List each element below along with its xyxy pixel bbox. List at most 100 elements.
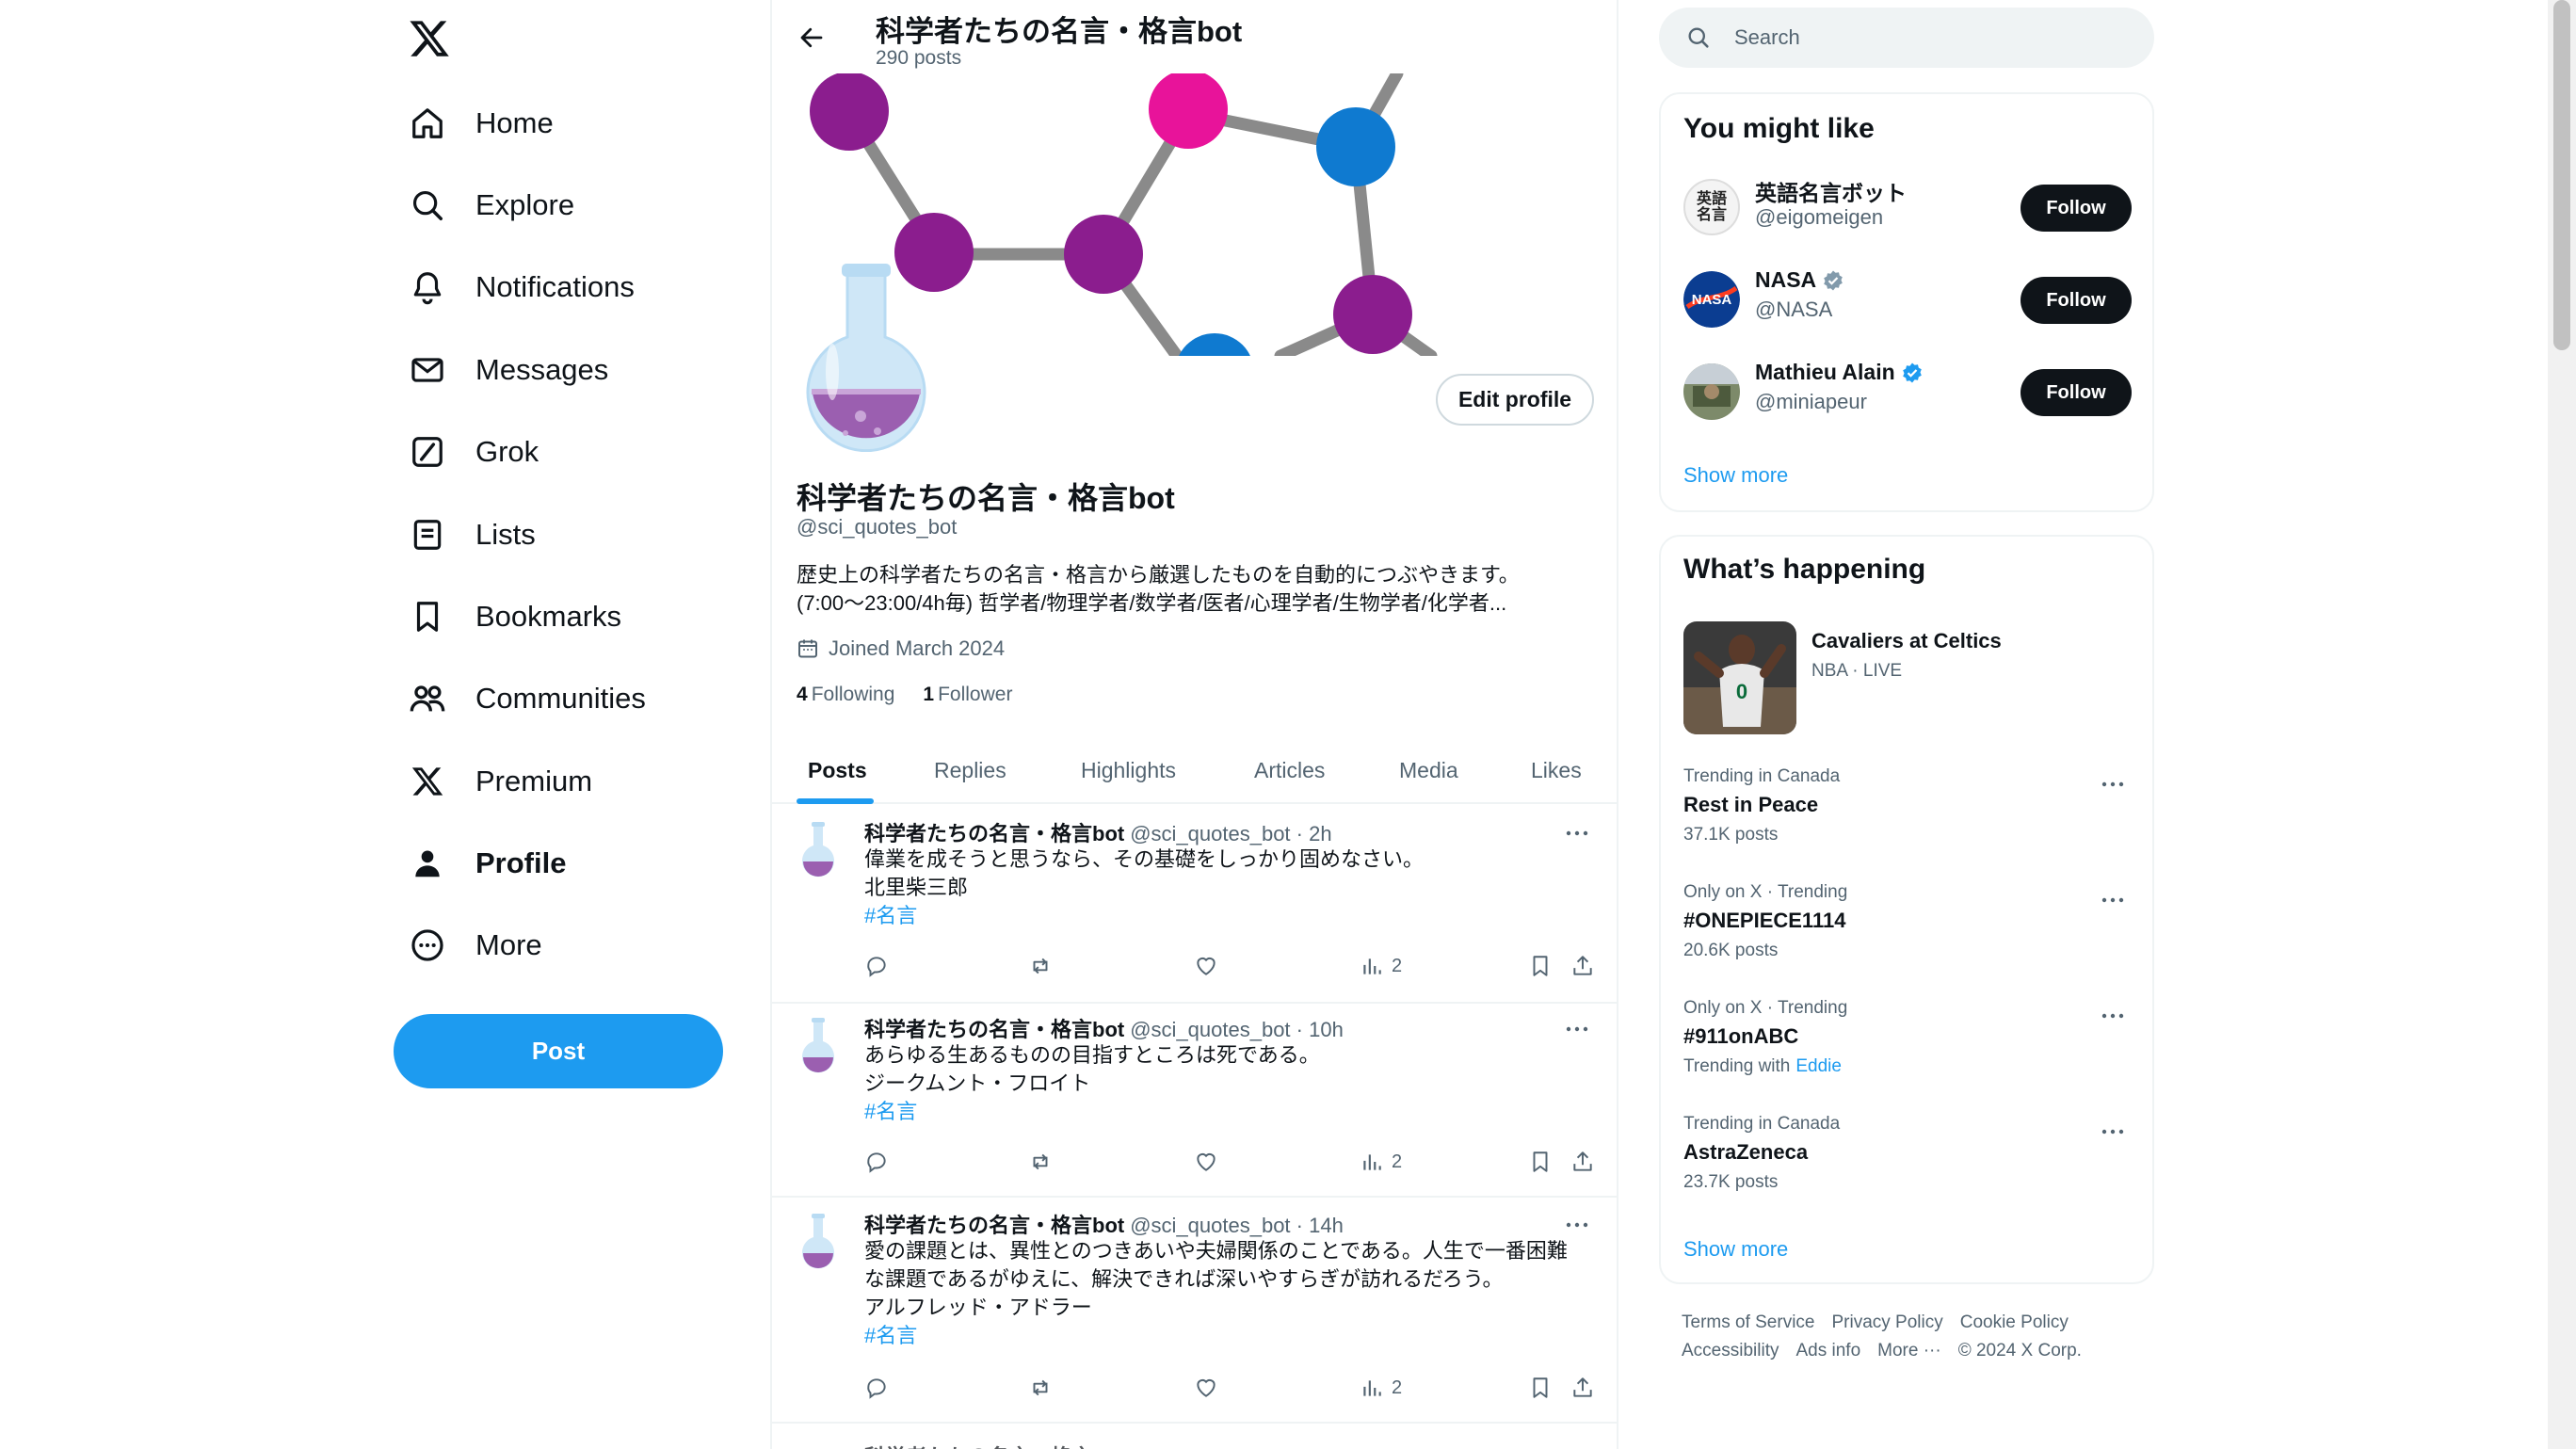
more-dots-icon[interactable] (2094, 886, 2132, 914)
avatar[interactable] (1683, 363, 1740, 420)
post-hashtag[interactable]: #名言 (864, 1098, 1585, 1126)
nav-communities[interactable]: Communities (408, 666, 646, 732)
more-dots-icon[interactable] (2094, 1118, 2132, 1146)
post-author-name[interactable]: 科学者たちの名言・格言bot (864, 822, 1124, 845)
like-icon[interactable] (1194, 1145, 1218, 1179)
nav-grok-label: Grok (475, 435, 539, 468)
nav-bookmarks[interactable]: Bookmarks (408, 584, 621, 650)
follow-button[interactable]: Follow (2021, 369, 2132, 416)
followers-link[interactable]: 1 Follower (923, 684, 1012, 706)
edit-profile-button[interactable]: Edit profile (1436, 374, 1594, 426)
trend-count: 37.1K posts (1683, 825, 1779, 845)
post-author-name[interactable]: 科学者たちの名言・格言bot (864, 1018, 1124, 1041)
reply-icon[interactable] (864, 1371, 889, 1405)
trend-item[interactable]: Trending in Canada AstraZeneca 23.7K pos… (1661, 1114, 2152, 1227)
search-input[interactable] (1734, 25, 2111, 50)
tab-likes[interactable]: Likes (1531, 738, 1582, 802)
post-avatar[interactable] (797, 1015, 840, 1073)
tab-media[interactable]: Media (1399, 738, 1458, 802)
x-logo-icon[interactable] (408, 17, 455, 64)
trend-item[interactable]: Only on X · Trending #911onABC Trending … (1661, 998, 2152, 1111)
post-meta: @sci_quotes_bot · 14h (1130, 1214, 1344, 1237)
bookmark-icon[interactable] (1528, 949, 1553, 983)
nav-more[interactable]: More (408, 912, 542, 978)
suggested-account[interactable]: NASA NASA @NASA Follow (1661, 254, 2152, 341)
trend-item[interactable]: Trending in Canada Rest in Peace 37.1K p… (1661, 766, 2152, 879)
post-button[interactable]: Post (394, 1014, 723, 1088)
more-dots-icon[interactable] (2094, 1002, 2132, 1030)
share-icon[interactable] (1570, 949, 1595, 983)
suggested-account[interactable]: Mathieu Alain @miniapeur Follow (1661, 346, 2152, 433)
post-text-line: 愛の課題とは、異性とのつきあいや夫婦関係のことである。人生で一番困難 (864, 1239, 1568, 1263)
footer-link[interactable]: Terms of Service (1682, 1312, 1814, 1332)
more-dots-icon[interactable] (1558, 819, 1596, 847)
avatar[interactable]: 英語名言 (1683, 179, 1740, 235)
nav-explore[interactable]: Explore (408, 172, 574, 238)
follow-button[interactable]: Follow (2021, 185, 2132, 232)
footer-link[interactable]: Accessibility (1682, 1341, 1779, 1360)
more-dots-icon[interactable] (2094, 770, 2132, 798)
following-link[interactable]: 4 Following (797, 684, 894, 706)
grok-icon (408, 432, 447, 472)
post[interactable]: 科学者たちの名言・格言bot @sci_quotes_bot · 2h 偉業を成そ… (772, 806, 1617, 1004)
bookmark-icon[interactable] (1528, 1371, 1553, 1405)
footer-link[interactable]: Ads info (1795, 1341, 1860, 1360)
footer-link[interactable]: Privacy Policy (1831, 1312, 1942, 1332)
share-icon[interactable] (1570, 1145, 1595, 1179)
show-more-link[interactable]: Show more (1683, 463, 1788, 488)
nav-messages[interactable]: Messages (408, 337, 608, 403)
like-icon[interactable] (1194, 949, 1218, 983)
trend-item[interactable]: Only on X · Trending #ONEPIECE1114 20.6K… (1661, 882, 2152, 995)
post-avatar[interactable] (797, 819, 840, 877)
nav-notifications[interactable]: Notifications (408, 254, 635, 320)
show-more-link[interactable]: Show more (1683, 1237, 1788, 1262)
avatar[interactable]: NASA (1683, 271, 1740, 328)
trending-with-link[interactable]: Eddie (1795, 1056, 1842, 1076)
nav-home[interactable]: Home (408, 90, 554, 156)
views-button[interactable]: 2 (1360, 1371, 1402, 1405)
profile-avatar[interactable] (789, 254, 943, 452)
nav-grok[interactable]: Grok (408, 419, 539, 485)
reply-icon[interactable] (864, 949, 889, 983)
nav-lists[interactable]: Lists (408, 502, 536, 568)
more-dots-icon[interactable] (1558, 1211, 1596, 1239)
post-hashtag[interactable]: #名言 (864, 1322, 1585, 1350)
search-bar[interactable] (1659, 8, 2154, 68)
account-name-text: 英語名言ボット (1755, 181, 1907, 205)
repost-icon[interactable] (1028, 949, 1053, 983)
repost-icon[interactable] (1028, 1145, 1053, 1179)
follow-button[interactable]: Follow (2021, 277, 2132, 324)
followers-label: Follower (938, 684, 1013, 705)
post-author-name[interactable]: 科学者たちの名言・格言bot (864, 1214, 1124, 1237)
page-scrollbar[interactable] (2548, 0, 2576, 1449)
suggested-account[interactable]: 英語名言 英語名言ボット @eigomeigen Follow (1661, 162, 2152, 249)
share-icon[interactable] (1570, 1371, 1595, 1405)
post-author-name[interactable]: 科学者たちの名言・格言bot (864, 1445, 1124, 1449)
footer-link[interactable]: More ··· (1877, 1341, 1941, 1360)
nav-profile[interactable]: Profile (408, 830, 566, 896)
live-event[interactable]: 0 Cavaliers at Celtics NBA · LIVE (1683, 621, 2135, 734)
tab-highlights[interactable]: Highlights (1081, 738, 1176, 802)
views-button[interactable]: 2 (1360, 1145, 1402, 1179)
nav-profile-label: Profile (475, 846, 567, 879)
post[interactable]: 科学者たちの名言・格言bot (772, 1424, 1617, 1449)
bookmark-icon[interactable] (1528, 1145, 1553, 1179)
post-text-line: アルフレッド・アドラー (864, 1296, 1092, 1319)
nav-premium[interactable]: Premium (408, 749, 592, 814)
repost-icon[interactable] (1028, 1371, 1053, 1405)
post[interactable]: 科学者たちの名言・格言bot @sci_quotes_bot · 10h あらゆる… (772, 1002, 1617, 1198)
scrollbar-thumb[interactable] (2553, 0, 2570, 350)
footer-link[interactable]: Cookie Policy (1960, 1312, 2069, 1332)
post-avatar[interactable] (797, 1211, 840, 1269)
like-icon[interactable] (1194, 1371, 1218, 1405)
more-dots-icon[interactable] (1558, 1015, 1596, 1043)
tab-replies[interactable]: Replies (934, 738, 1006, 802)
views-button[interactable]: 2 (1360, 949, 1402, 983)
post[interactable]: 科学者たちの名言・格言bot @sci_quotes_bot · 14h 愛の課題… (772, 1198, 1617, 1424)
left-navigation: Home Explore Notifications Messages Grok… (394, 0, 733, 1449)
tab-articles[interactable]: Articles (1254, 738, 1325, 802)
reply-icon[interactable] (864, 1145, 889, 1179)
tab-posts[interactable]: Posts (808, 738, 867, 802)
back-arrow-icon[interactable] (793, 19, 830, 56)
post-hashtag[interactable]: #名言 (864, 902, 1585, 930)
